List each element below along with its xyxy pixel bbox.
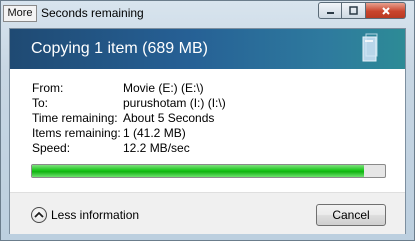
detail-value: purushotam (I:) (I:\): [123, 96, 226, 110]
progress-fill: [32, 165, 364, 177]
dialog-content: Copying 1 item (689 MB) From: Movie (E:) …: [9, 28, 406, 234]
close-button[interactable]: [366, 2, 406, 19]
detail-row-to: To: purushotam (I:) (I:\): [32, 96, 226, 111]
detail-value: 12.2 MB/sec: [123, 141, 190, 155]
copy-progress-bar: [31, 164, 386, 178]
detail-label: From:: [32, 81, 64, 95]
cancel-button[interactable]: Cancel: [316, 204, 386, 226]
detail-label: Speed:: [32, 141, 71, 155]
less-information-toggle[interactable]: Less information: [31, 206, 139, 224]
detail-row-speed: Speed: 12.2 MB/sec: [32, 141, 226, 156]
detail-value: Movie (E:) (E:\): [123, 81, 204, 95]
copy-details: From: Movie (E:) (E:\) To: purushotam (I:)…: [32, 81, 226, 156]
detail-label: Time remaining:: [32, 111, 118, 125]
copy-summary-title: Copying 1 item (689 MB): [31, 40, 208, 57]
minimize-button[interactable]: [318, 2, 342, 19]
dialog-footer: Less information Cancel: [10, 192, 405, 234]
window-controls: [318, 2, 406, 19]
maximize-icon: [349, 6, 358, 15]
progress-header: Copying 1 item (689 MB): [10, 29, 405, 69]
detail-label: Items remaining:: [32, 126, 121, 140]
chevron-up-icon: [31, 207, 47, 223]
less-information-label: Less information: [51, 208, 140, 222]
maximize-button[interactable]: [342, 2, 366, 19]
minimize-icon: [326, 12, 334, 14]
detail-value: About 5 Seconds: [123, 111, 215, 125]
copy-dialog-window: More Seconds remaining Copying 1 item (6…: [0, 0, 415, 241]
detail-value: 1 (41.2 MB): [123, 126, 186, 140]
file-copy-icon: [362, 33, 378, 62]
more-button[interactable]: More: [3, 5, 37, 22]
detail-row-items-remaining: Items remaining: 1 (41.2 MB): [32, 126, 226, 141]
detail-label: To:: [32, 96, 49, 110]
detail-row-from: From: Movie (E:) (E:\): [32, 81, 226, 96]
window-title: Seconds remaining: [41, 6, 144, 20]
title-bar[interactable]: More Seconds remaining: [1, 1, 414, 28]
close-icon: [381, 6, 390, 15]
detail-row-time-remaining: Time remaining: About 5 Seconds: [32, 111, 226, 126]
